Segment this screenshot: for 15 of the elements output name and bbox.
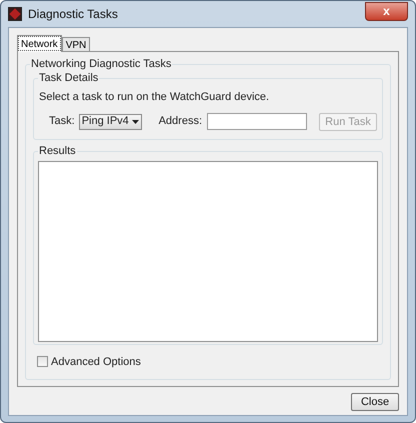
advanced-options-label: Advanced Options (51, 354, 141, 370)
instruction-text: Select a task to run on the WatchGuard device. (39, 90, 270, 105)
tab[interactable]: Network (17, 35, 62, 52)
dropdown-caret-icon (132, 120, 139, 124)
app-logo-icon (8, 7, 22, 21)
address-label: Address: (158, 114, 202, 130)
address-field[interactable] (207, 113, 308, 130)
group-title: Results (38, 144, 77, 158)
tab[interactable]: VPN (62, 37, 90, 51)
task-label: Task: (49, 114, 75, 130)
window-title: Diagnostic Tasks (28, 6, 118, 23)
group-title: Networking Diagnostic Tasks (30, 57, 172, 71)
advanced-options-checkbox[interactable] (37, 356, 48, 368)
close-dialog-button[interactable]: Close (351, 393, 399, 411)
task-dropdown[interactable]: Ping IPv4 (78, 114, 142, 130)
